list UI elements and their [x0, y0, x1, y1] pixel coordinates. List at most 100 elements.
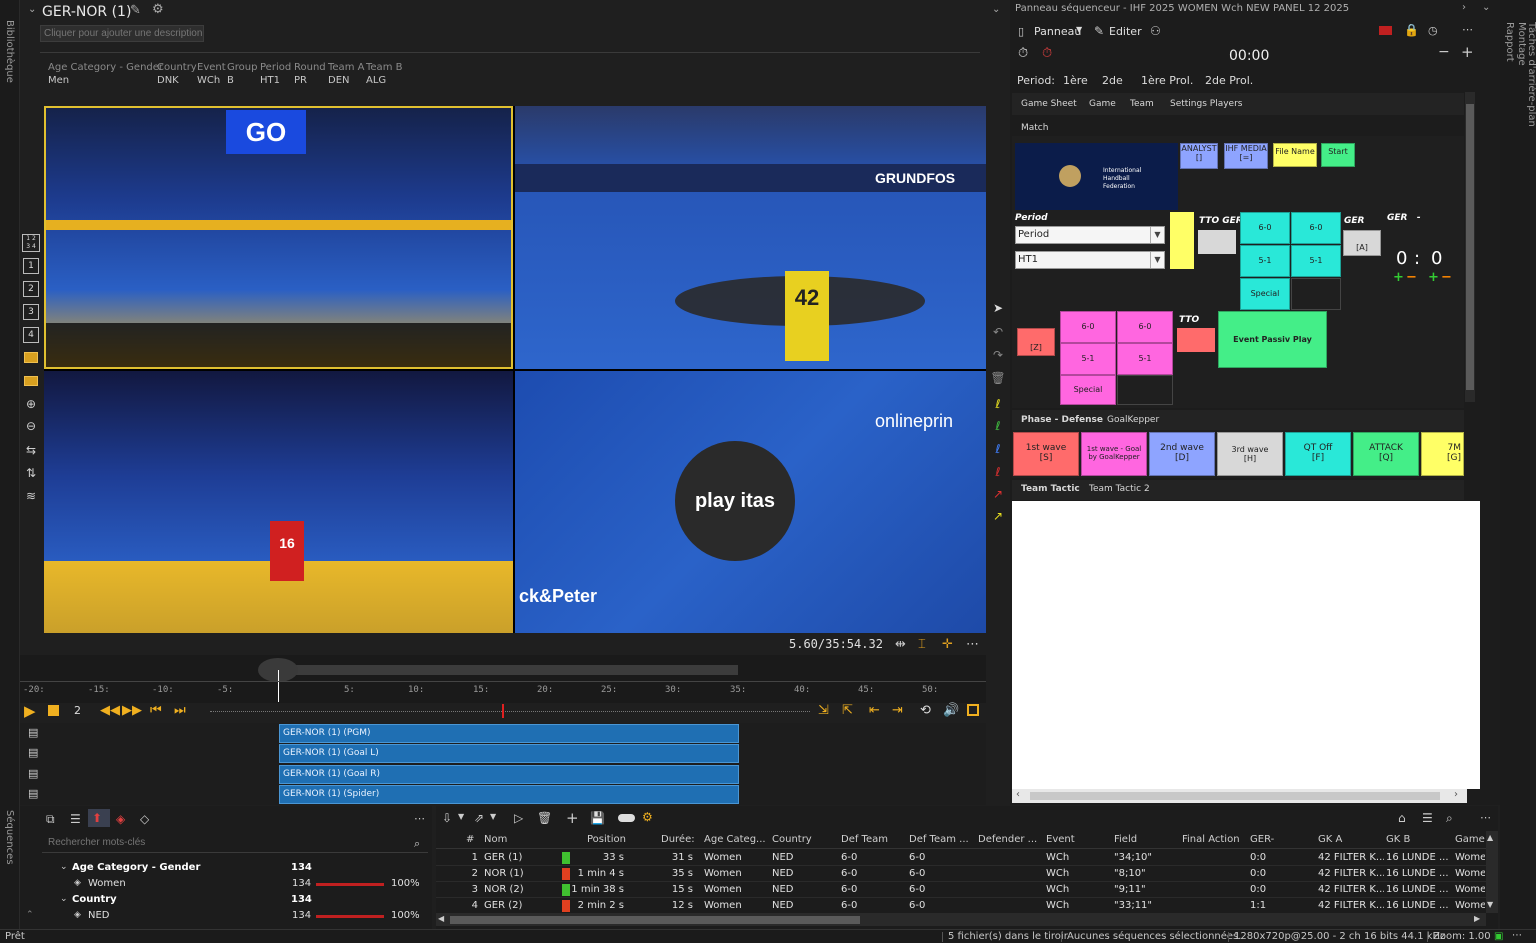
tab-goalkepper[interactable]: GoalKepper: [1107, 415, 1159, 425]
tree-item-ned[interactable]: NED: [88, 910, 110, 921]
arrow-yellow-icon[interactable]: ↗: [990, 508, 1006, 524]
video-grid[interactable]: GO GRUNDFOS 42 16 play itas onlineprin c…: [44, 106, 986, 633]
save-icon[interactable]: 💾: [590, 811, 605, 825]
filter-list-icon[interactable]: ☰: [1422, 811, 1433, 825]
more-icon[interactable]: ⋯: [966, 637, 979, 652]
strip-layout-icon[interactable]: [24, 376, 38, 386]
tag-red-icon[interactable]: ⬆: [92, 811, 102, 825]
col-header[interactable]: Age Categ...: [704, 834, 766, 845]
pink-5-1-right[interactable]: 5-1: [1117, 343, 1173, 375]
pencil-icon[interactable]: ✎: [1094, 24, 1104, 38]
cyan-6-0-right[interactable]: 6-0: [1291, 212, 1341, 244]
tab-game-sheet[interactable]: Game Sheet: [1021, 99, 1077, 109]
record-icon[interactable]: [1379, 26, 1392, 35]
background-tasks-tab[interactable]: Tâches d'arrière-plan: [1526, 22, 1536, 127]
plus-icon[interactable]: +: [1461, 43, 1474, 61]
col-header[interactable]: Def Team: [841, 834, 888, 845]
dropdown-arrow-icon[interactable]: ▼: [1150, 227, 1164, 243]
draw-green-icon[interactable]: ℓ: [990, 418, 1006, 434]
z-button[interactable]: [Z]: [1017, 328, 1055, 356]
quad-layout-button[interactable]: 1 23 4: [22, 234, 40, 252]
tree-group-age[interactable]: Age Category - Gender: [72, 862, 200, 873]
phase-2nd-wave[interactable]: 2nd wave [D]: [1149, 432, 1215, 476]
collapse-chevron-icon[interactable]: ⌄: [992, 4, 1000, 15]
start-button[interactable]: Start: [1321, 143, 1355, 167]
pink-6-0-right[interactable]: 6-0: [1117, 311, 1173, 343]
draw-yellow-icon[interactable]: ℓ: [990, 396, 1006, 412]
more-icon[interactable]: ⋯: [414, 812, 425, 825]
scroll-right-icon[interactable]: ▶: [1474, 914, 1480, 923]
camera-spider[interactable]: play itas onlineprin ck&Peter: [515, 371, 986, 633]
fullscreen-icon[interactable]: [967, 704, 979, 716]
panneau-menu[interactable]: Panneau: [1034, 25, 1081, 38]
share-icon[interactable]: ⇗: [474, 811, 484, 825]
panel-icon[interactable]: ▯: [1018, 25, 1024, 38]
library-tab[interactable]: Bibliothèque: [4, 20, 15, 83]
scroll-thumb[interactable]: [1030, 792, 1440, 800]
undo-icon[interactable]: ↶: [990, 324, 1006, 340]
caret-down-icon[interactable]: ▼: [1076, 25, 1082, 34]
rewind-icon[interactable]: ◀◀: [100, 703, 120, 718]
phase-1st-wave[interactable]: 1st wave [S]: [1013, 432, 1079, 476]
col-header[interactable]: Game: [1455, 834, 1485, 845]
sync-icon[interactable]: ⇆: [23, 442, 39, 458]
clock-icon[interactable]: ◷: [1428, 24, 1438, 37]
trash-icon[interactable]: 🗑: [990, 370, 1006, 386]
phase-qt-off[interactable]: QT Off [F]: [1285, 432, 1351, 476]
cyan-5-1-left[interactable]: 5-1: [1240, 245, 1290, 277]
col-header[interactable]: Field: [1114, 834, 1137, 845]
export-icon[interactable]: ⇩: [442, 811, 452, 825]
editer-button[interactable]: Editer: [1109, 25, 1142, 38]
ihf-media-button[interactable]: IHF MEDIA [=]: [1224, 143, 1268, 169]
chevron-down-icon[interactable]: ⌄: [1482, 2, 1490, 13]
score-a-minus-icon[interactable]: −: [1406, 270, 1417, 285]
period-2[interactable]: 2de: [1102, 74, 1123, 87]
stop-icon[interactable]: [48, 705, 59, 716]
play-icon[interactable]: ▶: [24, 702, 36, 720]
analyst-button[interactable]: ANALYST[]: [1180, 143, 1218, 169]
settings-gears-icon[interactable]: ⚙: [642, 810, 653, 824]
scroll-range[interactable]: [278, 665, 738, 675]
chevron-down-icon[interactable]: ⌄: [28, 4, 36, 15]
camera-pgm[interactable]: GO: [44, 106, 513, 369]
copy-icon[interactable]: ⧉: [46, 812, 55, 827]
layout-button-1[interactable]: 1: [23, 258, 39, 274]
film-icon[interactable]: ▤: [28, 726, 38, 739]
col-header[interactable]: #: [466, 834, 474, 845]
passive-play-button[interactable]: Event Passiv Play: [1218, 311, 1327, 368]
home-icon[interactable]: ⌂: [1398, 811, 1406, 825]
score-b-minus-icon[interactable]: −: [1441, 270, 1452, 285]
col-header[interactable]: Final Action: [1182, 834, 1240, 845]
layers-icon[interactable]: ≋: [23, 488, 39, 504]
arrow-red-icon[interactable]: ↗: [990, 486, 1006, 502]
film-icon[interactable]: ▤: [28, 767, 38, 780]
network-icon[interactable]: ⚇: [1150, 24, 1161, 38]
pink-special[interactable]: Special: [1060, 375, 1116, 405]
table-row[interactable]: 4 GER (2) 2 min 2 s 12 s Women NED 6-0 6-0 WCh "3…: [436, 898, 1486, 914]
pink-6-0-left[interactable]: 6-0: [1060, 311, 1116, 343]
phase-3rd-wave[interactable]: 3rd wave [H]: [1217, 432, 1283, 476]
cyan-6-0-left[interactable]: 6-0: [1240, 212, 1290, 244]
stopwatch-reset-icon[interactable]: ⏱: [1042, 46, 1052, 61]
layout-button-4[interactable]: 4: [23, 327, 39, 343]
keyword-search-input[interactable]: [42, 833, 428, 853]
delete-icon[interactable]: 🗑: [537, 811, 552, 825]
expand-icon[interactable]: ⌄: [60, 862, 68, 872]
tag-icon[interactable]: ◈: [116, 812, 125, 826]
period-dropdown[interactable]: Period ▼: [1015, 226, 1165, 244]
table-row[interactable]: 2 NOR (1) 1 min 4 s 35 s Women NED 6-0 6-0 WCh "8…: [436, 866, 1486, 882]
track-clip-goal-l[interactable]: GER-NOR (1) (Goal L): [279, 744, 739, 763]
align-icon[interactable]: ⇅: [23, 465, 39, 481]
collapse-up-icon[interactable]: ⌃: [26, 910, 34, 920]
goto-end-icon[interactable]: ⇥: [892, 703, 903, 718]
edit-pencil-icon[interactable]: ✎: [130, 3, 141, 18]
chevron-right-icon[interactable]: ›: [1462, 2, 1466, 13]
jog-marker[interactable]: [502, 704, 504, 718]
table-row[interactable]: 3 NOR (2) 1 min 38 s 15 s Women NED 6-0 6-0 WCh "…: [436, 882, 1486, 898]
expand-icon[interactable]: ⌄: [60, 894, 68, 904]
marker-icon[interactable]: ⌶: [918, 637, 926, 652]
tab-settings-players[interactable]: Settings Players: [1170, 99, 1242, 109]
add-icon[interactable]: +: [566, 809, 579, 827]
jog-track[interactable]: [210, 711, 810, 712]
half-dropdown[interactable]: HT1 ▼: [1015, 251, 1165, 269]
